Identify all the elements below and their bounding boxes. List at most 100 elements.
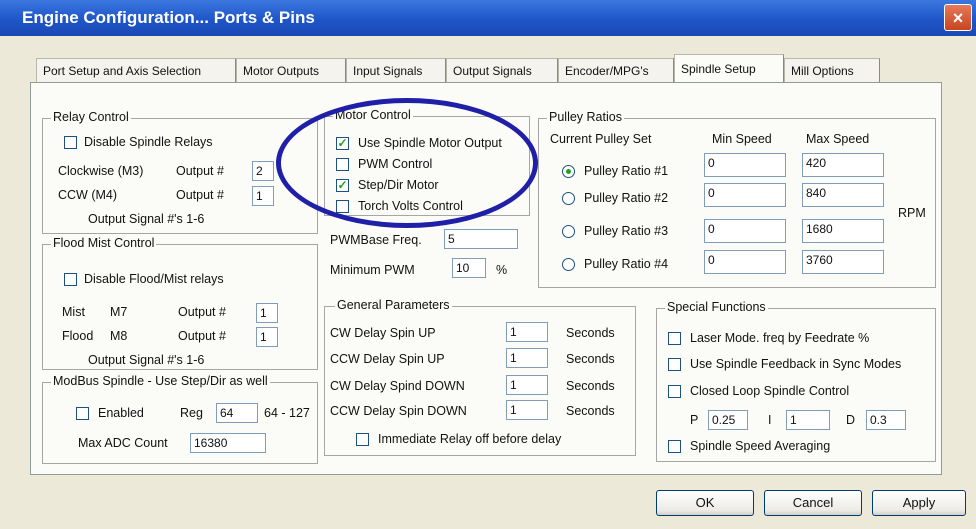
pulley-ratio-4-label: Pulley Ratio #4 bbox=[584, 257, 669, 271]
modbus-spindle-title: ModBus Spindle - Use Step/Dir as well bbox=[51, 374, 270, 388]
step-dir-motor-checkbox[interactable]: ✓ bbox=[336, 179, 349, 192]
tab-mill-options[interactable]: Mill Options bbox=[784, 58, 880, 82]
minimum-pwm-unit: % bbox=[496, 263, 508, 277]
mist-label: Mist bbox=[62, 305, 85, 319]
spindle-feedback-label: Use Spindle Feedback in Sync Modes bbox=[690, 357, 902, 371]
window-title: Engine Configuration... Ports & Pins bbox=[22, 8, 315, 27]
tab-port-setup[interactable]: Port Setup and Axis Selection bbox=[36, 58, 236, 82]
modbus-enabled-label: Enabled bbox=[98, 406, 144, 420]
immediate-relay-off-label: Immediate Relay off before delay bbox=[378, 432, 562, 446]
closed-loop-label: Closed Loop Spindle Control bbox=[690, 384, 850, 398]
use-spindle-motor-checkbox[interactable]: ✓ bbox=[336, 137, 349, 150]
ccw-output-label: Output # bbox=[176, 188, 224, 202]
pulley-1-max-input[interactable]: 420 bbox=[802, 153, 884, 177]
pulley-4-max-input[interactable]: 3760 bbox=[802, 250, 884, 274]
max-adc-label: Max ADC Count bbox=[78, 436, 168, 450]
general-parameters-title: General Parameters bbox=[335, 298, 452, 312]
ccw-delay-spin-up-input[interactable]: 1 bbox=[506, 348, 548, 368]
relay-output-note: Output Signal #'s 1-6 bbox=[88, 212, 205, 226]
pulley-ratio-2-label: Pulley Ratio #2 bbox=[584, 191, 669, 205]
mist-output-input[interactable]: 1 bbox=[256, 303, 278, 323]
spindle-feedback-checkbox[interactable] bbox=[668, 358, 681, 371]
relay-control-title: Relay Control bbox=[51, 110, 131, 124]
rpm-label: RPM bbox=[898, 206, 926, 220]
spindle-averaging-checkbox[interactable] bbox=[668, 440, 681, 453]
pulley-3-max-input[interactable]: 1680 bbox=[802, 219, 884, 243]
laser-mode-checkbox[interactable] bbox=[668, 332, 681, 345]
pulley-ratio-3-radio[interactable] bbox=[562, 225, 575, 238]
cw-delay-spin-up-label: CW Delay Spin UP bbox=[330, 326, 436, 340]
pulley-ratio-4-radio[interactable] bbox=[562, 258, 575, 271]
reg-label: Reg bbox=[180, 406, 203, 420]
cw-delay-spin-down-input[interactable]: 1 bbox=[506, 375, 548, 395]
p-label: P bbox=[690, 413, 699, 427]
cw-delay-spin-down-unit: Seconds bbox=[566, 379, 615, 393]
pulley-ratio-1-radio[interactable] bbox=[562, 165, 575, 178]
flood-output-input[interactable]: 1 bbox=[256, 327, 278, 347]
immediate-relay-off-checkbox[interactable] bbox=[356, 433, 369, 446]
step-dir-motor-label: Step/Dir Motor bbox=[358, 178, 439, 192]
tab-encoder-mpg[interactable]: Encoder/MPG's bbox=[558, 58, 674, 82]
ccw-delay-spin-down-label: CCW Delay Spin DOWN bbox=[330, 404, 467, 418]
d-label: D bbox=[846, 413, 856, 427]
ok-button[interactable]: OK bbox=[656, 490, 754, 516]
max-adc-input[interactable]: 16380 bbox=[190, 433, 266, 453]
torch-volts-checkbox[interactable] bbox=[336, 200, 349, 213]
pwm-control-checkbox[interactable] bbox=[336, 158, 349, 171]
minimum-pwm-input[interactable]: 10 bbox=[452, 258, 486, 278]
mist-output-label: Output # bbox=[178, 305, 226, 319]
motor-control-title: Motor Control bbox=[333, 108, 413, 122]
disable-flood-mist-label: Disable Flood/Mist relays bbox=[84, 272, 224, 286]
cw-output-input[interactable]: 2 bbox=[252, 161, 274, 181]
pulley-1-min-input[interactable]: 0 bbox=[704, 153, 786, 177]
pulley-2-max-input[interactable]: 840 bbox=[802, 183, 884, 207]
reg-input[interactable]: 64 bbox=[216, 403, 258, 423]
apply-button[interactable]: Apply bbox=[872, 490, 966, 516]
cw-output-label: Output # bbox=[176, 164, 224, 178]
current-pulley-set-label: Current Pulley Set bbox=[550, 132, 652, 146]
use-spindle-motor-label: Use Spindle Motor Output bbox=[358, 136, 502, 150]
ccw-output-input[interactable]: 1 bbox=[252, 186, 274, 206]
clockwise-label: Clockwise (M3) bbox=[58, 164, 144, 178]
ccw-delay-spin-down-input[interactable]: 1 bbox=[506, 400, 548, 420]
disable-flood-mist-checkbox[interactable] bbox=[64, 273, 77, 286]
ccw-delay-spin-up-label: CCW Delay Spin UP bbox=[330, 352, 445, 366]
pwm-base-freq-label: PWMBase Freq. bbox=[330, 233, 422, 247]
reg-range-label: 64 - 127 bbox=[264, 406, 310, 420]
tab-output-signals[interactable]: Output Signals bbox=[446, 58, 558, 82]
minimum-pwm-label: Minimum PWM bbox=[330, 263, 415, 277]
torch-volts-label: Torch Volts Control bbox=[358, 199, 463, 213]
flood-output-note: Output Signal #'s 1-6 bbox=[88, 353, 205, 367]
disable-spindle-relays-checkbox[interactable] bbox=[64, 136, 77, 149]
p-input[interactable]: 0.25 bbox=[708, 410, 748, 430]
modbus-spindle-group: ModBus Spindle - Use Step/Dir as well bbox=[42, 374, 318, 464]
cancel-button[interactable]: Cancel bbox=[764, 490, 862, 516]
i-input[interactable]: 1 bbox=[786, 410, 830, 430]
disable-spindle-relays-label: Disable Spindle Relays bbox=[84, 135, 213, 149]
flood-label: Flood bbox=[62, 329, 94, 343]
pulley-ratio-3-label: Pulley Ratio #3 bbox=[584, 224, 669, 238]
laser-mode-label: Laser Mode. freq by Feedrate % bbox=[690, 331, 870, 345]
tab-motor-outputs[interactable]: Motor Outputs bbox=[236, 58, 346, 82]
cw-delay-spin-up-input[interactable]: 1 bbox=[506, 322, 548, 342]
ccw-label: CCW (M4) bbox=[58, 188, 118, 202]
flood-output-label: Output # bbox=[178, 329, 226, 343]
pulley-4-min-input[interactable]: 0 bbox=[704, 250, 786, 274]
special-functions-title: Special Functions bbox=[665, 300, 768, 314]
tab-input-signals[interactable]: Input Signals bbox=[346, 58, 446, 82]
cw-delay-spin-up-unit: Seconds bbox=[566, 326, 615, 340]
pwm-base-freq-input[interactable]: 5 bbox=[444, 229, 518, 249]
modbus-enabled-checkbox[interactable] bbox=[76, 407, 89, 420]
d-input[interactable]: 0.3 bbox=[866, 410, 906, 430]
pulley-ratios-title: Pulley Ratios bbox=[547, 110, 624, 124]
closed-loop-checkbox[interactable] bbox=[668, 385, 681, 398]
pulley-2-min-input[interactable]: 0 bbox=[704, 183, 786, 207]
pulley-3-min-input[interactable]: 0 bbox=[704, 219, 786, 243]
tab-spindle-setup[interactable]: Spindle Setup bbox=[674, 54, 784, 82]
close-button[interactable]: × bbox=[944, 4, 972, 31]
cw-delay-spin-down-label: CW Delay Spind DOWN bbox=[330, 379, 465, 393]
pulley-ratio-2-radio[interactable] bbox=[562, 192, 575, 205]
mist-code: M7 bbox=[110, 305, 128, 319]
flood-mist-title: Flood Mist Control bbox=[51, 236, 157, 250]
pulley-ratio-1-label: Pulley Ratio #1 bbox=[584, 164, 669, 178]
